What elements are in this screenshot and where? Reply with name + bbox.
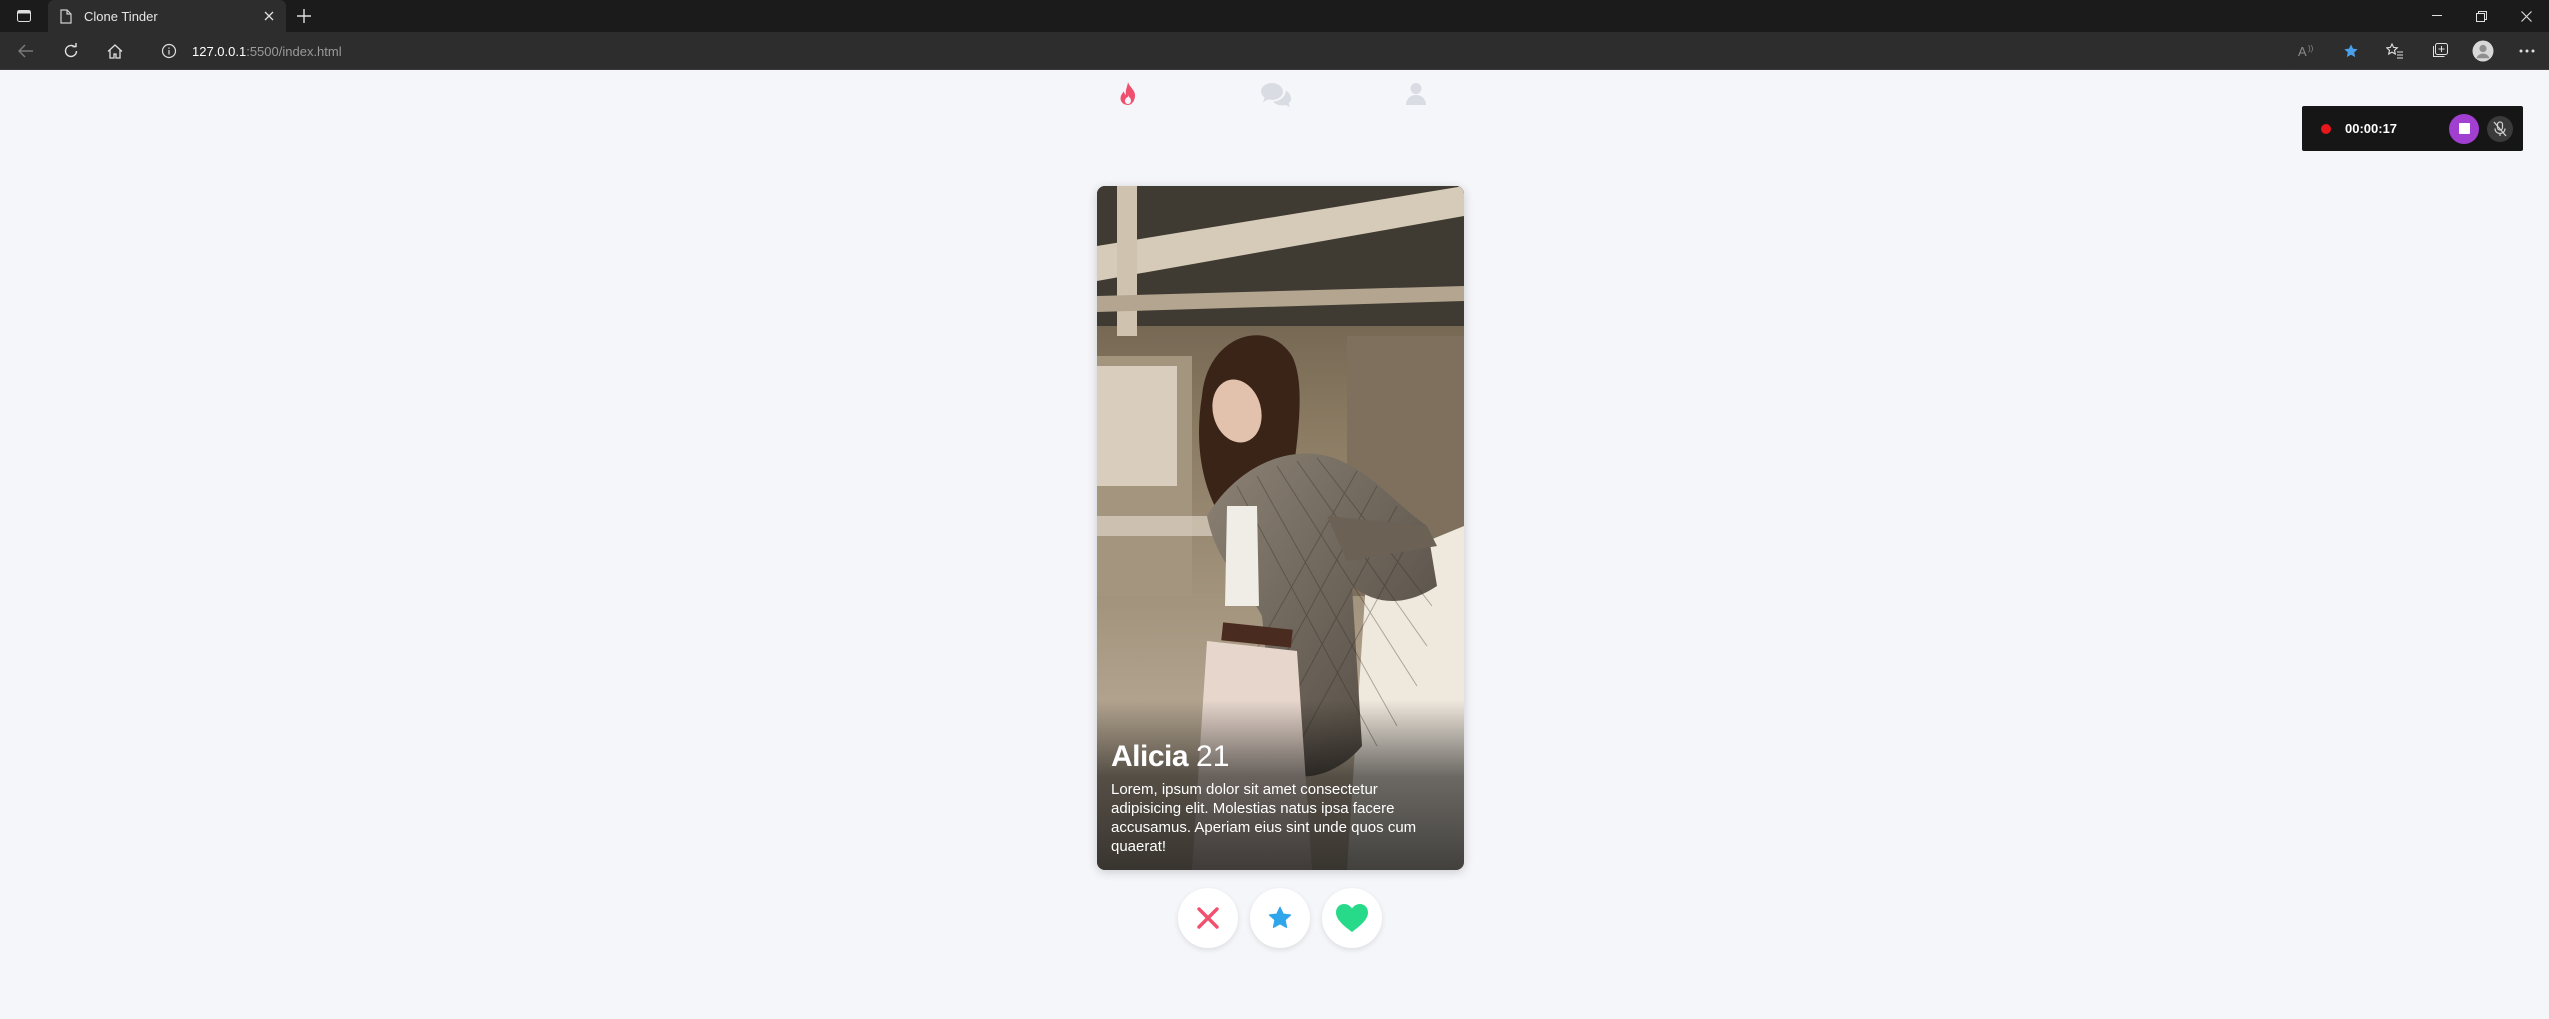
close-icon [1197,907,1219,929]
tab-title: Clone Tinder [84,8,158,24]
mic-muted-button[interactable] [2487,115,2513,142]
svg-text:A: A [2298,44,2307,58]
more-menu-icon[interactable] [2505,36,2549,66]
url-bar[interactable]: 127.0.0.1:5500/index.html [146,36,2306,66]
profile-info: Alicia 21 Lorem, ipsum dolor sit amet co… [1111,740,1450,856]
swipe-actions [1178,888,1382,948]
profile-bio: Lorem, ipsum dolor sit amet consectetur … [1111,781,1417,855]
tab-actions-icon[interactable] [10,7,38,25]
page-favicon-icon [58,8,74,24]
reload-icon[interactable] [57,38,85,64]
profile-name: Alicia [1111,740,1189,773]
stop-recording-button[interactable] [2449,113,2479,144]
close-window-icon[interactable] [2504,0,2549,32]
heart-icon [1336,904,1368,932]
browser-tab-bar: Clone Tinder [0,0,2549,32]
site-info-icon[interactable] [154,36,184,66]
tab-close-icon[interactable] [256,3,282,29]
flame-icon[interactable] [1110,76,1146,112]
window-controls [2414,0,2549,32]
chat-bubbles-icon[interactable] [1258,76,1294,112]
minimize-icon[interactable] [2414,0,2459,32]
new-tab-icon[interactable] [292,4,316,28]
recording-indicator-icon [2321,123,2331,134]
svg-text:)): )) [2308,44,2314,53]
url-path: :5500/index.html [246,43,342,59]
like-button[interactable] [1322,888,1382,948]
collections-icon[interactable] [2417,36,2461,66]
restore-icon[interactable] [2459,0,2504,32]
url-host: 127.0.0.1 [192,43,247,59]
dislike-button[interactable] [1178,888,1238,948]
profile-avatar-icon[interactable] [2461,36,2505,66]
read-aloud-icon[interactable]: A)) [2285,36,2329,66]
superlike-button[interactable] [1250,888,1310,948]
favorites-icon[interactable] [2373,36,2417,66]
home-icon[interactable] [101,38,129,64]
browser-toolbar: A)) [2285,36,2549,66]
back-icon[interactable] [12,38,40,64]
star-icon [1268,906,1292,928]
stop-icon [2458,123,2470,134]
profile-card[interactable]: Alicia 21 Lorem, ipsum dolor sit amet co… [1097,186,1464,870]
url-text: 127.0.0.1:5500/index.html [192,44,342,59]
profile-age: 21 [1196,740,1230,773]
screen-recorder-widget: 00:00:17 [2302,106,2523,151]
mic-off-icon [2493,120,2507,136]
favorite-star-icon[interactable] [2329,36,2373,66]
app-top-nav [1110,76,1450,112]
user-icon[interactable] [1398,76,1434,112]
browser-address-bar: 127.0.0.1:5500/index.html A)) [0,32,2549,70]
browser-tab[interactable]: Clone Tinder [48,0,286,32]
name-age-line: Alicia 21 [1111,740,1450,774]
recording-timer: 00:00:17 [2345,121,2398,136]
